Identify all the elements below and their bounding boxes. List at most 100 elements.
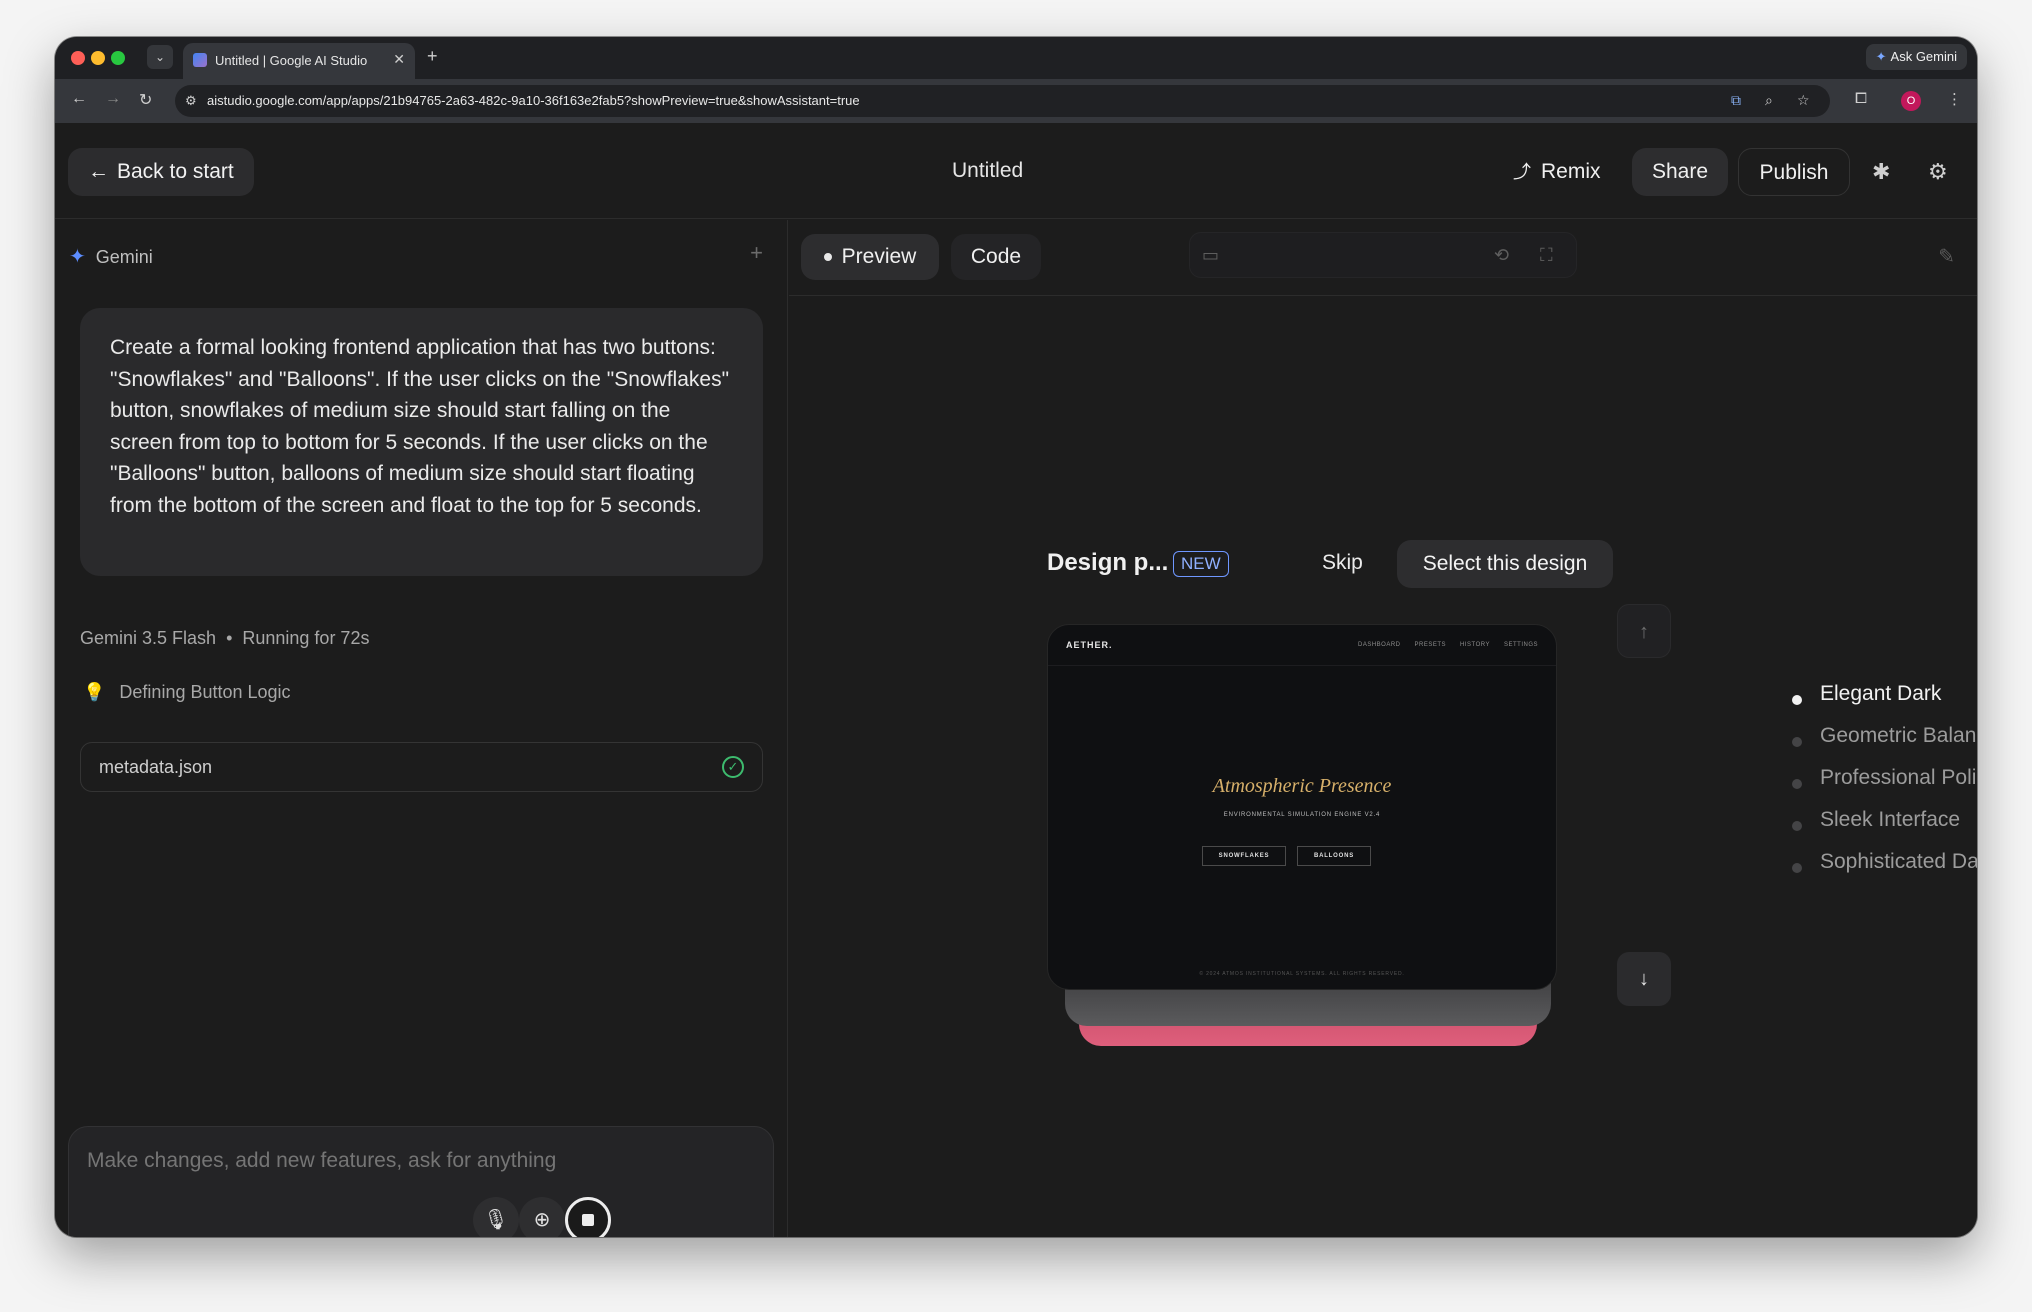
tab-preview-label: Preview: [841, 245, 917, 268]
tab-close-icon[interactable]: ✕: [393, 51, 405, 68]
thinking-label: Defining Button Logic: [119, 682, 291, 702]
new-chat-plus-icon[interactable]: +: [750, 240, 763, 266]
separator-dot: •: [226, 628, 233, 648]
generated-file-row[interactable]: metadata.json ✓: [80, 742, 763, 792]
preview-divider: [1048, 665, 1556, 666]
new-tab-button[interactable]: +: [427, 46, 438, 67]
design-option-dot: [1792, 863, 1802, 873]
app-title[interactable]: Untitled: [952, 159, 1023, 183]
debug-bug-icon[interactable]: ✱: [1872, 159, 1890, 185]
preview-footer: © 2024 ATMOS INSTITUTIONAL SYSTEMS. ALL …: [1199, 971, 1405, 977]
next-design-arrow-down-icon[interactable]: ↓: [1617, 952, 1671, 1006]
remix-button[interactable]: ⤴ Remix: [1513, 148, 1601, 196]
zoom-icon[interactable]: ⌕: [1765, 92, 1773, 109]
tab-code[interactable]: Code: [951, 234, 1041, 280]
reload-icon[interactable]: ↻: [139, 90, 152, 110]
remix-label: Remix: [1541, 160, 1601, 183]
design-picker-title: Design p...: [1047, 549, 1169, 576]
browser-window: ⌄ Untitled | Google AI Studio ✕ + ✦ Ask G…: [55, 37, 1977, 1237]
design-option-sophisticated-dark[interactable]: Sophisticated Dark: [1820, 850, 1977, 874]
select-design-button[interactable]: Select this design: [1397, 540, 1613, 588]
user-prompt-message: Create a formal looking frontend applica…: [80, 308, 763, 576]
url-text: aistudio.google.com/app/apps/21b94765-2a…: [207, 93, 860, 108]
file-name: metadata.json: [99, 757, 213, 777]
thinking-step[interactable]: 💡 Defining Button Logic: [83, 682, 291, 703]
prompt-composer: 🎙 ⊕: [68, 1126, 774, 1237]
tab-search-chevron-icon[interactable]: ⌄: [147, 45, 173, 69]
design-option-elegant-dark[interactable]: Elegant Dark: [1820, 682, 1941, 706]
new-badge: NEW: [1173, 551, 1229, 577]
share-button[interactable]: Share: [1632, 148, 1728, 196]
chat-panel: ✦ Gemini + Create a formal looking fronte…: [55, 220, 788, 1237]
stop-square-icon: [582, 1214, 594, 1226]
address-bar[interactable]: ⚙ aistudio.google.com/app/apps/21b94765-…: [175, 85, 1830, 117]
publish-button[interactable]: Publish: [1738, 148, 1850, 196]
microphone-icon[interactable]: 🎙: [473, 1197, 519, 1237]
previous-design-arrow-up-icon[interactable]: ↑: [1617, 604, 1671, 658]
prompt-input[interactable]: [87, 1149, 707, 1173]
browser-tab-active[interactable]: Untitled | Google AI Studio ✕: [183, 43, 415, 79]
design-preview-card[interactable]: AETHER. DASHBOARD PRESETS HISTORY SETTINGS …: [1047, 624, 1557, 990]
back-arrow-icon[interactable]: ←: [71, 90, 87, 108]
stop-generation-button[interactable]: [565, 1197, 611, 1237]
arrow-left-icon: ←: [88, 160, 109, 183]
device-toggle-icon[interactable]: ▭: [1202, 245, 1219, 266]
design-option-sleek-interface[interactable]: Sleek Interface: [1820, 808, 1960, 832]
preview-balloons-button: BALLOONS: [1297, 846, 1371, 866]
ask-gemini-button[interactable]: ✦ Ask Gemini: [1865, 44, 1967, 70]
skip-button[interactable]: Skip: [1322, 551, 1363, 575]
design-option-professional-polish[interactable]: Professional Polish: [1820, 766, 1977, 790]
lightbulb-icon: 💡: [83, 682, 106, 702]
remix-icon: ⤴: [1513, 162, 1531, 182]
tab-preview[interactable]: Preview: [801, 234, 939, 280]
browser-toolbar: ← → ↻ ⚙ aistudio.google.com/app/apps/21b…: [55, 79, 1977, 123]
run-status: Gemini 3.5 Flash • Running for 72s: [80, 628, 369, 649]
profile-avatar[interactable]: O: [1901, 91, 1921, 111]
settings-gear-icon[interactable]: ⚙: [1928, 159, 1948, 185]
add-attachment-icon[interactable]: ⊕: [519, 1197, 565, 1237]
preview-nav-item: HISTORY: [1460, 642, 1490, 648]
close-window-button[interactable]: [71, 51, 85, 65]
install-app-icon[interactable]: ⧉: [1731, 92, 1741, 109]
assistant-header: ✦ Gemini: [69, 244, 153, 269]
fullscreen-icon[interactable]: ⛶: [1540, 245, 1553, 266]
browser-menu-kebab-icon[interactable]: ⋮: [1947, 90, 1962, 108]
check-circle-icon: ✓: [722, 756, 744, 778]
preview-subtitle: ENVIRONMENTAL SIMULATION ENGINE V2.4: [1223, 812, 1381, 818]
site-settings-icon[interactable]: ⚙: [185, 93, 197, 109]
design-option-dot: [1792, 737, 1802, 747]
design-option-dot: [1792, 821, 1802, 831]
workspace-panel: Preview Code ▭ ⟲ ⛶ ✎ Design p... NEW Ski…: [789, 220, 1977, 1237]
app-header: ← Back to start Untitled ⤴ Remix Share Pub…: [55, 123, 1977, 219]
back-to-start-label: Back to start: [117, 160, 234, 183]
browser-tab-title: Untitled | Google AI Studio: [215, 53, 368, 68]
preview-nav-item: PRESETS: [1414, 642, 1447, 648]
preview-snowflakes-button: SNOWFLAKES: [1202, 846, 1286, 866]
ask-gemini-label: Ask Gemini: [1890, 49, 1957, 64]
model-name: Gemini 3.5 Flash: [80, 628, 217, 648]
minimize-window-button[interactable]: [91, 51, 105, 65]
run-duration: Running for 72s: [242, 628, 370, 648]
back-to-start-button[interactable]: ← Back to start: [68, 148, 254, 196]
preview-nav: DASHBOARD PRESETS HISTORY SETTINGS: [1344, 642, 1538, 648]
active-dot-icon: [823, 253, 832, 262]
maximize-window-button[interactable]: [111, 51, 125, 65]
preview-nav-item: DASHBOARD: [1358, 642, 1401, 648]
forward-arrow-icon[interactable]: →: [105, 90, 121, 108]
extensions-puzzle-icon[interactable]: ⧠: [1855, 90, 1867, 107]
preview-brand: AETHER.: [1066, 640, 1113, 650]
gemini-sparkle-icon: ✦: [69, 246, 86, 268]
workspace-toolbar: Preview Code ▭ ⟲ ⛶ ✎: [789, 220, 1977, 296]
device-view-controls: ▭ ⟲ ⛶: [1189, 232, 1577, 278]
refresh-preview-icon[interactable]: ⟲: [1494, 245, 1509, 266]
design-option-geometric-balance[interactable]: Geometric Balance: [1820, 724, 1977, 748]
bookmark-star-icon[interactable]: ☆: [1797, 92, 1810, 109]
ai-studio-favicon-icon: [193, 53, 207, 67]
preview-nav-item: SETTINGS: [1503, 642, 1538, 648]
preview-title: Atmospheric Presence: [1212, 775, 1392, 797]
annotate-pen-icon[interactable]: ✎: [1938, 244, 1955, 269]
design-option-dot: [1792, 779, 1802, 789]
gemini-star-icon: ✦: [1875, 49, 1887, 64]
design-option-dot: [1792, 695, 1802, 705]
assistant-name: Gemini: [95, 247, 153, 267]
